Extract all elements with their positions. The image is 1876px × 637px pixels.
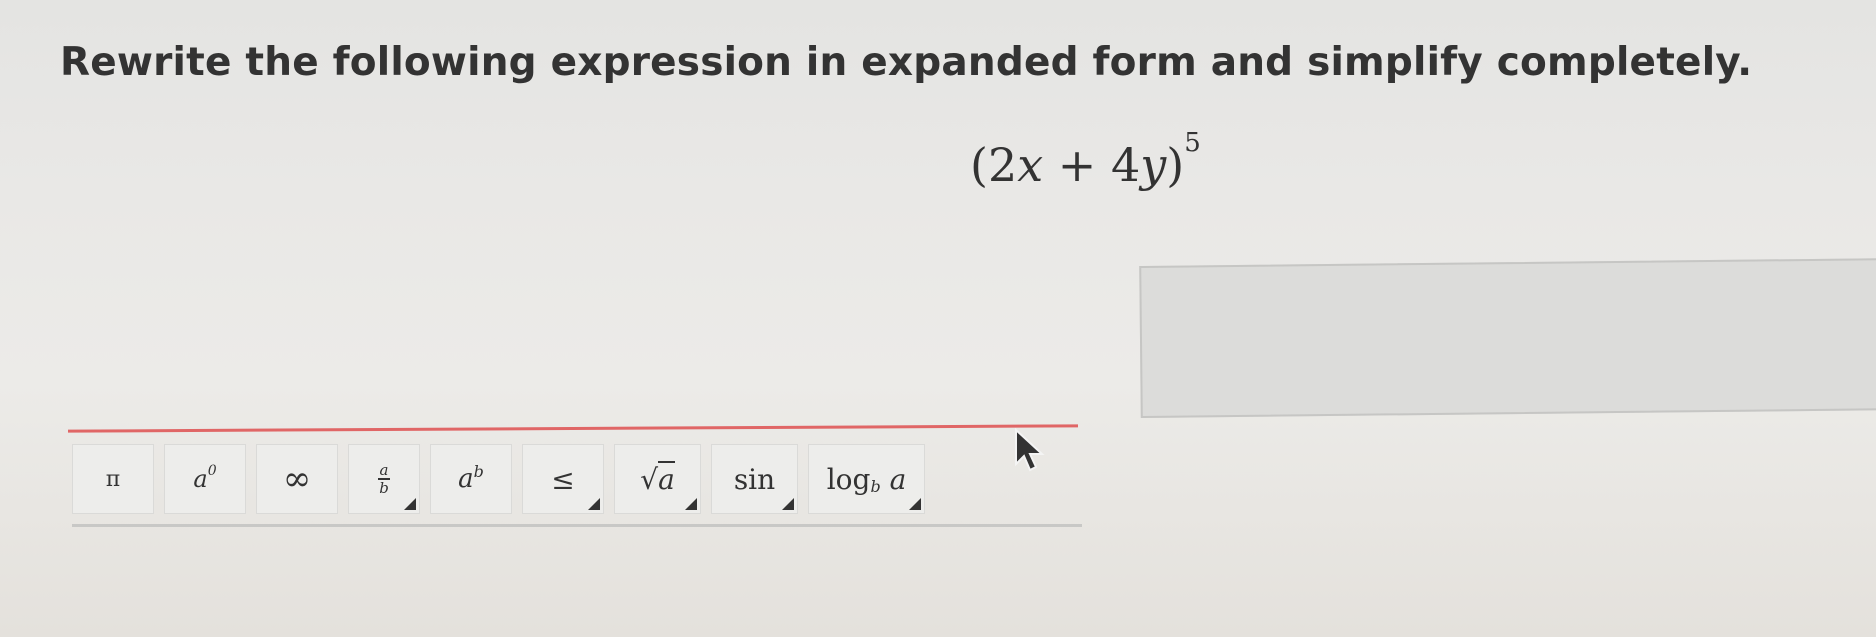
expression-exponent: 5: [1184, 128, 1201, 158]
toolbar-accent-rule: [67, 424, 1079, 433]
dropdown-triangle-icon: [685, 498, 697, 510]
infinity-button[interactable]: ∞: [256, 444, 338, 514]
dropdown-triangle-icon: [588, 498, 600, 510]
power-button[interactable]: ab: [430, 444, 512, 514]
fraction-numerator: a: [379, 461, 389, 480]
instruction-text: Rewrite the following expression in expa…: [60, 40, 1753, 85]
power-symbol: ab: [458, 462, 484, 494]
fraction-icon: a b: [378, 463, 390, 495]
log-button[interactable]: logb a: [808, 444, 925, 514]
math-toolbar: π a0 ∞ a b ab ≤ √a sin logb a: [72, 434, 1082, 527]
sin-label: sin: [733, 462, 776, 496]
log-arg: a: [889, 462, 907, 496]
expression-var-x: x: [1017, 138, 1044, 192]
log-base: b: [870, 476, 881, 496]
sqrt-radical: √: [640, 462, 659, 496]
infinity-symbol: ∞: [282, 459, 312, 499]
sqrt-symbol: √a: [640, 460, 675, 496]
dropdown-triangle-icon: [404, 498, 416, 510]
sin-button[interactable]: sin: [711, 444, 798, 514]
expression-open: (2: [970, 138, 1018, 192]
expression-close: ): [1166, 138, 1185, 192]
sqrt-arg: a: [658, 460, 675, 496]
sqrt-button[interactable]: √a: [614, 444, 701, 514]
less-equal-symbol: ≤: [551, 462, 575, 496]
a-zero-sup: 0: [207, 463, 217, 479]
dropdown-triangle-icon: [782, 498, 794, 510]
fraction-denominator: b: [379, 478, 389, 497]
expression-var-y: y: [1140, 138, 1167, 192]
a-zero-base: a: [193, 465, 208, 493]
answer-input[interactable]: [1139, 258, 1876, 418]
fraction-button[interactable]: a b: [348, 444, 420, 514]
log-label: log: [826, 462, 871, 496]
dropdown-triangle-icon: [909, 498, 921, 510]
less-equal-button[interactable]: ≤: [522, 444, 604, 514]
pi-button[interactable]: π: [72, 444, 154, 514]
a-zero-button[interactable]: a0: [164, 444, 246, 514]
log-symbol: logb a: [827, 463, 907, 496]
mouse-pointer-icon: [1010, 427, 1050, 479]
math-expression: (2x + 4y)5: [970, 128, 1201, 192]
power-exponent: b: [473, 462, 484, 481]
a-zero-symbol: a0: [193, 463, 217, 493]
pi-symbol: π: [105, 466, 121, 492]
expression-plus: + 4: [1043, 138, 1141, 192]
power-base: a: [458, 464, 474, 494]
